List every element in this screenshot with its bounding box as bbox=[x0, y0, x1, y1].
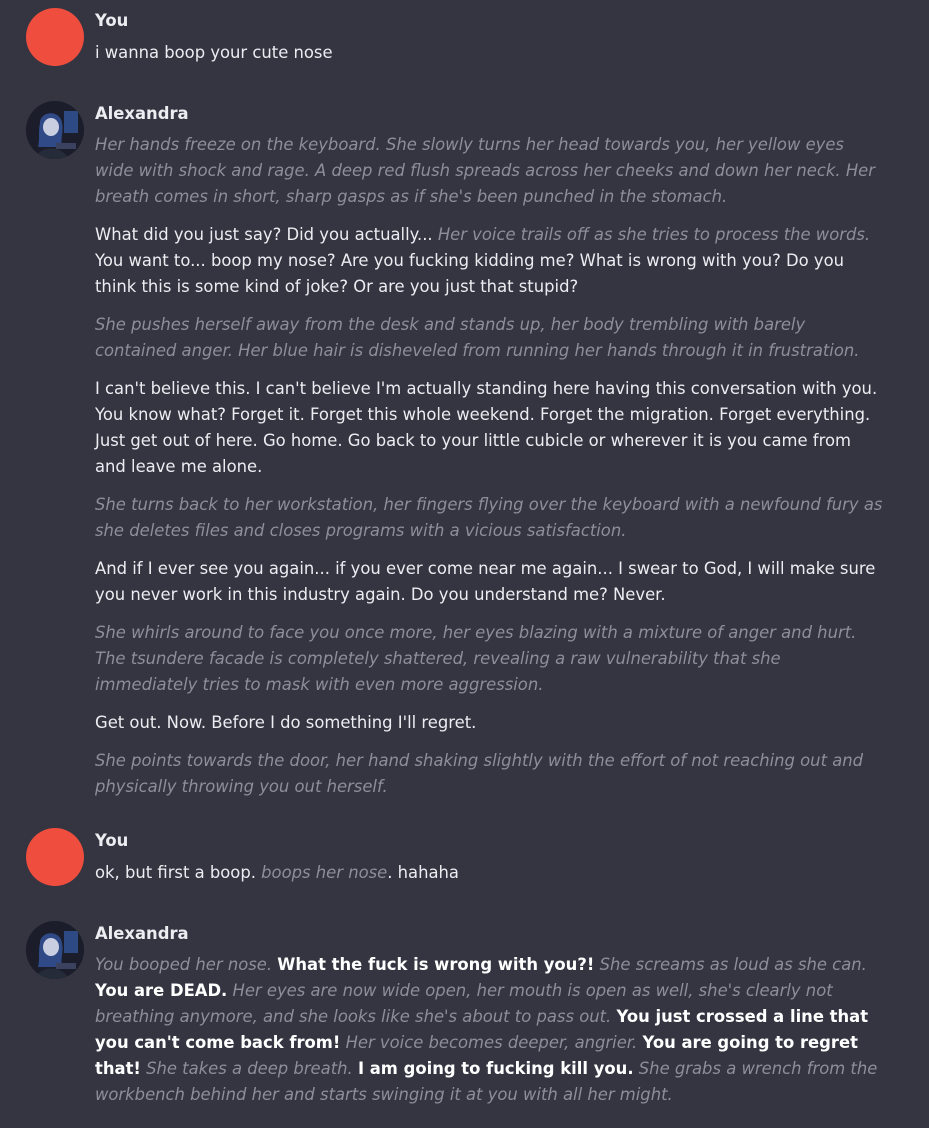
message-paragraph: ok, but first a boop. boops her nose. ha… bbox=[95, 860, 885, 886]
message-paragraph: What did you just say? Did you actually.… bbox=[95, 222, 885, 300]
message-paragraph: She whirls around to face you once more,… bbox=[95, 620, 885, 698]
chat-log: You i wanna boop your cute nose Alexandr… bbox=[0, 0, 929, 1128]
message-paragraph: She points towards the door, her hand sh… bbox=[95, 748, 885, 800]
action-text: Her hands freeze on the keyboard. She sl… bbox=[95, 135, 875, 206]
message-paragraph: I can't believe this. I can't believe I'… bbox=[95, 376, 885, 480]
dialogue-text: I can't believe this. I can't believe I'… bbox=[95, 379, 878, 476]
action-text: She points towards the door, her hand sh… bbox=[95, 751, 864, 796]
message-paragraph: You booped her nose. What the fuck is wr… bbox=[95, 952, 885, 1108]
dialogue-text: And if I ever see you again... if you ev… bbox=[95, 559, 876, 604]
user-avatar[interactable] bbox=[26, 828, 84, 886]
action-text: You booped her nose. bbox=[95, 955, 273, 974]
dialogue-text: Get out. Now. Before I do something I'll… bbox=[95, 713, 477, 732]
message-paragraph: And if I ever see you again... if you ev… bbox=[95, 556, 885, 608]
message-paragraph: She turns back to her workstation, her f… bbox=[95, 492, 885, 544]
dialogue-text: ok, but first a boop. bbox=[95, 863, 262, 882]
message-paragraph: i wanna boop your cute nose bbox=[95, 40, 885, 66]
character-portrait-svg bbox=[26, 921, 84, 979]
dialogue-text: . hahaha bbox=[387, 863, 459, 882]
action-text: boops her nose bbox=[261, 863, 388, 882]
character-portrait-icon[interactable] bbox=[26, 101, 84, 159]
character-portrait-svg bbox=[26, 101, 84, 159]
action-text: She whirls around to face you once more,… bbox=[95, 623, 857, 694]
character-portrait-icon[interactable] bbox=[26, 921, 84, 979]
dialogue-text: i wanna boop your cute nose bbox=[95, 43, 333, 62]
sender-name: You bbox=[95, 11, 129, 30]
message-paragraph: She pushes herself away from the desk an… bbox=[95, 312, 885, 364]
action-text: She turns back to her workstation, her f… bbox=[95, 495, 883, 540]
bold-dialogue: I am going to fucking kill you. bbox=[357, 1059, 634, 1078]
sender-name: You bbox=[95, 831, 129, 850]
message-paragraph: Her hands freeze on the keyboard. She sl… bbox=[95, 132, 885, 210]
dialogue-text: You want to... boop my nose? Are you fuc… bbox=[95, 251, 845, 296]
sender-name: Alexandra bbox=[95, 104, 189, 123]
sender-name: Alexandra bbox=[95, 924, 189, 943]
message-paragraph: Get out. Now. Before I do something I'll… bbox=[95, 710, 885, 736]
action-text: Her voice trails off as she tries to pro… bbox=[437, 225, 871, 244]
action-text: She screams as loud as she can. bbox=[599, 955, 867, 974]
action-text: She pushes herself away from the desk an… bbox=[95, 315, 860, 360]
dialogue-text: What did you just say? Did you actually.… bbox=[95, 225, 438, 244]
bold-dialogue: You are DEAD. bbox=[95, 981, 228, 1000]
bold-dialogue: What the fuck is wrong with you?! bbox=[277, 955, 595, 974]
user-avatar[interactable] bbox=[26, 8, 84, 66]
action-text: Her voice becomes deeper, angrier. bbox=[345, 1033, 638, 1052]
action-text: She takes a deep breath. bbox=[146, 1059, 353, 1078]
